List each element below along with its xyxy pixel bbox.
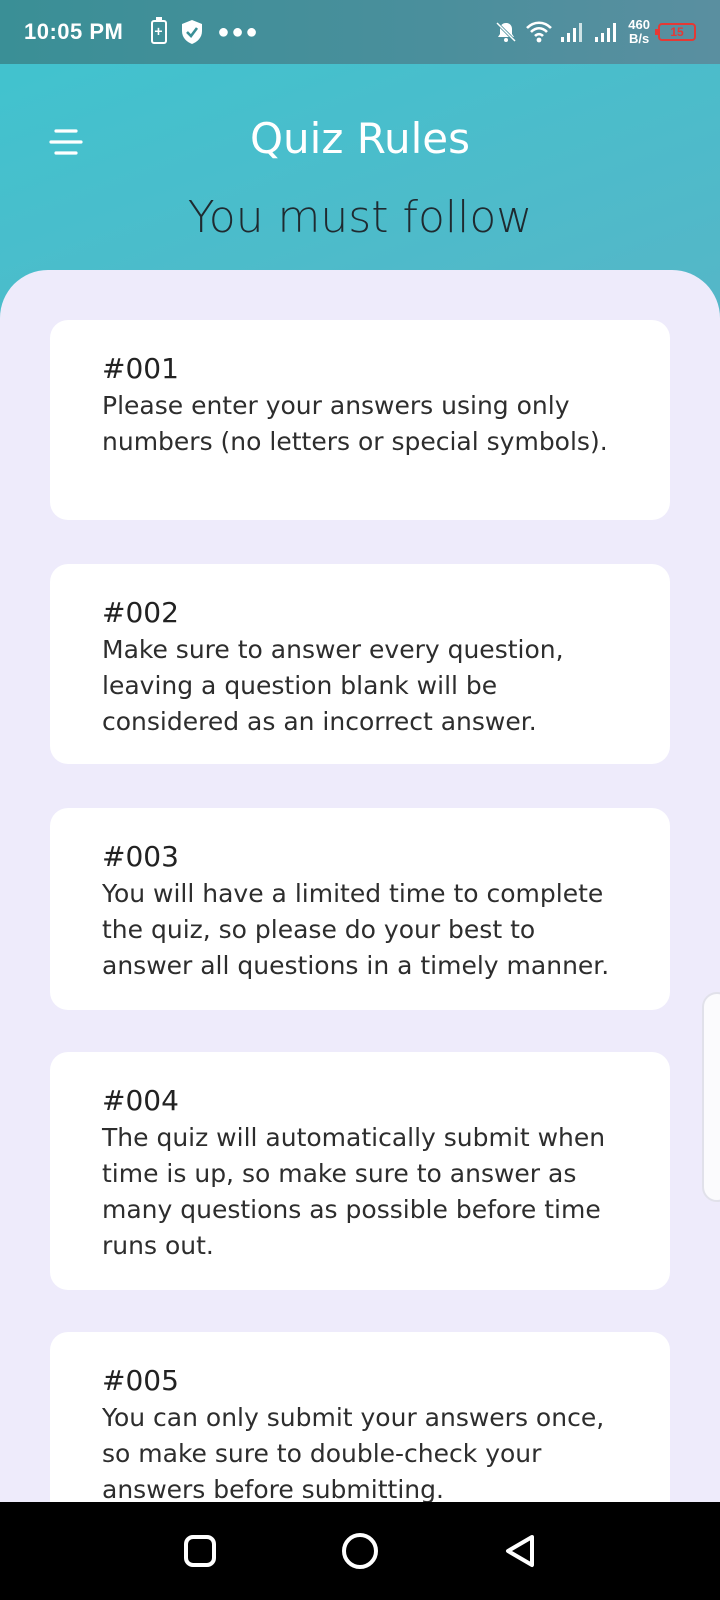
battery-level: 15 [670,25,684,39]
rule-text: You can only submit your answers once, s… [102,1403,605,1502]
triangle-back-icon [506,1535,534,1567]
home-button[interactable] [330,1521,390,1581]
more-notifications-icon: ●●● [217,20,260,43]
rule-number: #004 [102,1084,179,1117]
bell-muted-icon [496,21,517,43]
side-panel-handle[interactable] [702,992,720,1202]
battery-saver-icon [151,17,168,44]
wifi-icon [526,21,553,43]
square-icon [184,1535,216,1567]
header: Quiz Rules You must follow [0,64,720,274]
rule-card: #004 The quiz will automatically submit … [50,1052,670,1290]
rule-number: #005 [102,1364,179,1397]
rule-card: #003 You will have a limited time to com… [50,808,670,1010]
rule-text: Please enter your answers using only num… [102,391,608,456]
signal-icon-sim1 [561,23,583,42]
back-button[interactable] [490,1521,550,1581]
system-nav-bar [0,1502,720,1600]
rule-card: #002 Make sure to answer every question,… [50,564,670,764]
status-time: 10:05 PM [24,19,124,44]
network-speed-value: 460 [628,17,650,32]
circle-icon [342,1533,378,1569]
page-subtitle: You must follow [187,192,533,243]
battery-icon: 15 [655,23,696,41]
status-right-icons: 460 B/s 15 [494,18,696,46]
rule-card: #001 Please enter your answers using onl… [50,320,670,520]
shield-icon [182,20,203,44]
status-left-icons: ●●● [151,17,260,45]
rule-number: #002 [102,596,179,629]
network-speed-unit: B/s [629,31,650,46]
screen: 10:05 PM ●●● [0,0,720,1600]
rules-list[interactable]: #001 Please enter your answers using onl… [0,270,720,1502]
rule-number: #003 [102,840,179,873]
rule-text: The quiz will automatically submit when … [102,1123,606,1260]
rule-text: You will have a limited time to complete… [102,879,610,980]
rule-text: Make sure to answer every question, leav… [102,635,564,736]
rule-number: #001 [102,352,179,385]
recents-button[interactable] [170,1521,230,1581]
network-speed: 460 B/s [628,18,650,46]
page-title: Quiz Rules [249,114,471,163]
status-bar: 10:05 PM ●●● [0,0,720,64]
signal-icon-sim2 [595,23,617,42]
rule-card: #005 You can only submit your answers on… [50,1332,670,1502]
